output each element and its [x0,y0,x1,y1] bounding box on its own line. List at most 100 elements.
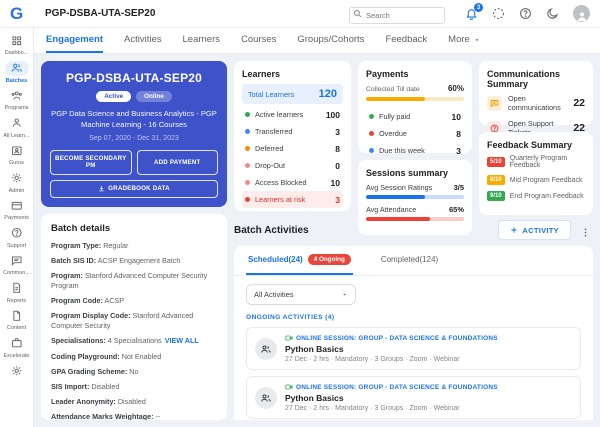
search-input[interactable] [349,7,445,24]
row-value: 22 [573,97,585,109]
plus-icon [510,226,518,234]
learner-row-transferred[interactable]: Transferred 3 [242,123,343,140]
activity-title: Python Basics [285,393,498,403]
page-title: PGP-DSBA-UTA-SEP20 [45,8,155,19]
row-value: 100 [326,110,340,120]
sidebar: Dashbo... Batches Programs All Learn... … [0,28,34,427]
field-sis-import: SIS Import: Disabled [51,382,217,392]
activity-item[interactable]: ONLINE SESSION: GROUP - DATA SCIENCE & F… [246,376,581,419]
learner-row-deferred[interactable]: Deferred 8 [242,140,343,157]
payment-row-due-this-week[interactable]: Due this week 3 [366,142,464,159]
sidebar-item-dashboard[interactable]: Dashbo... [0,33,34,56]
sidebar-item-admin[interactable]: Admin [0,171,34,194]
field-attendance-weightage: Attendance Marks Weightage: -- [51,412,217,420]
field-label: Program Code: [51,296,103,305]
feedback-row-quarterly[interactable]: 5/10 Quarterly Program Feedback [487,155,585,169]
tab-more[interactable]: More [448,28,481,53]
field-value: Disabled [91,382,119,391]
sidebar-label: Dashbo... [5,50,29,56]
batch-activities-card: Scheduled(24) 4 Ongoing Completed(124) A… [234,246,593,420]
kebab-menu-icon [580,227,591,238]
sidebar-item-communications[interactable]: Commun... [0,253,34,276]
feedback-row-end[interactable]: 9/10 End Program Feedback [487,191,585,201]
tab-activities[interactable]: Activities [124,28,161,53]
communications-title: Communications Summary [487,69,585,89]
sidebar-item-payments[interactable]: Payments [0,198,34,221]
total-learners-row[interactable]: Total Learners 120 [242,84,343,104]
session-ratings-value: 3/5 [454,183,464,192]
row-label: Learners at risk [255,195,335,204]
tab-engagement[interactable]: Engagement [46,28,103,53]
batch-date-range: Sep 07, 2020 - Dec 31, 2023 [50,135,218,142]
chat-icon [490,99,499,108]
communications-summary-card: Communications Summary Open communicatio… [479,61,593,125]
become-secondary-pm-button[interactable]: BECOME SECONDARY PM [50,150,132,175]
payment-row-fully-paid[interactable]: Fully paid 10 [366,108,464,125]
main-content: PGP-DSBA-UTA-SEP20 Active Online PGP Dat… [34,54,600,427]
row-label: Open communications [508,94,573,112]
search-icon [353,9,362,18]
activities-filter-dropdown[interactable]: All Activities [246,284,356,305]
add-payment-button[interactable]: ADD PAYMENT [137,150,219,175]
total-learners-value: 120 [319,88,337,100]
sidebar-item-support[interactable]: Support [0,226,34,249]
collected-label: Collected Till date [366,86,420,93]
whats-new-button[interactable] [492,7,505,20]
tab-learners[interactable]: Learners [183,28,221,53]
sidebar-item-content[interactable]: Content [0,308,34,331]
dashed-circle-icon [492,7,505,20]
learner-row-access-blocked[interactable]: Access Blocked 10 [242,174,343,191]
tab-groups-cohorts[interactable]: Groups/Cohorts [297,28,364,53]
sidebar-item-programs[interactable]: Programs [0,88,34,111]
online-session-icon [285,383,293,391]
batches-icon [11,62,23,74]
view-all-link[interactable]: VIEW ALL [165,336,199,345]
sidebar-item-settings[interactable] [0,363,34,378]
sidebar-item-batches[interactable]: Batches [0,61,34,84]
tab-completed[interactable]: Completed(124) [379,246,440,275]
learners-card: Learners Total Learners 120 Active learn… [234,61,351,211]
moon-icon [546,7,559,20]
admin-gear-icon [11,172,23,184]
tab-feedback[interactable]: Feedback [385,28,427,53]
search-box[interactable] [349,5,445,22]
learner-row-active[interactable]: Active learners 100 [242,106,343,123]
open-communications-row[interactable]: Open communications 22 [487,94,585,112]
help-button[interactable] [519,7,532,20]
sidebar-label: Programs [5,105,29,111]
payment-row-overdue[interactable]: Overdue 8 [366,125,464,142]
status-badge-online: Online [136,91,172,102]
learner-row-dropout[interactable]: Drop-Out 0 [242,157,343,174]
status-dot [245,180,250,185]
batch-title: PGP-DSBA-UTA-SEP20 [50,71,218,85]
brand-logo[interactable]: G [10,4,35,24]
user-avatar[interactable] [573,5,590,22]
sidebar-item-reports[interactable]: Reports [0,281,34,304]
add-activity-label: ACTIVITY [522,226,559,235]
field-leader-anonymity: Leader Anonymity: Disabled [51,397,217,407]
dark-mode-toggle[interactable] [546,7,559,20]
row-value: 8 [456,129,461,139]
field-label: Batch SIS ID: [51,256,96,265]
field-label: Program Type: [51,241,101,250]
learner-row-at-risk[interactable]: Learners at risk 3 [242,191,343,208]
activity-item[interactable]: ONLINE SESSION: GROUP - DATA SCIENCE & F… [246,327,581,370]
field-label: Specialisations: [51,336,106,345]
activities-menu-button[interactable] [580,225,591,236]
tab-scheduled[interactable]: Scheduled(24) 4 Ongoing [246,246,353,275]
row-label: Access Blocked [255,178,331,187]
gradebook-data-button[interactable]: GRADEBOOK DATA [50,180,218,198]
feedback-title: Feedback Summary [487,140,585,150]
notifications-button[interactable]: 3 [465,7,478,20]
tab-courses[interactable]: Courses [241,28,276,53]
sidebar-item-excelerate[interactable]: Excelerate [0,336,34,359]
session-ratings-label: Avg Session Ratings [366,183,432,192]
tab-more-label: More [448,34,470,45]
feedback-row-mid[interactable]: 8/10 Mid Program Feedback [487,175,585,185]
sidebar-item-gurus[interactable]: Gurus [0,143,34,166]
sidebar-item-all-learners[interactable]: All Learn... [0,116,34,139]
batch-activities-title: Batch Activities [234,225,309,236]
field-value: Disabled [118,397,146,406]
row-label: Quarterly Program Feedback [510,155,585,169]
add-activity-button[interactable]: ACTIVITY [498,220,571,240]
